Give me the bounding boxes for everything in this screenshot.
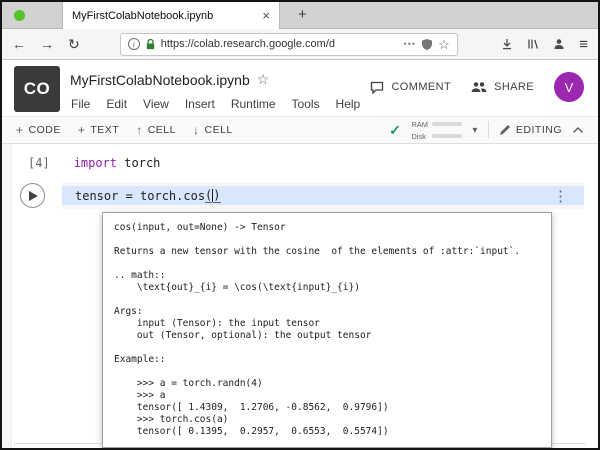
menu-edit[interactable]: Edit [98, 95, 135, 113]
header-actions: COMMENT SHARE V [370, 72, 584, 102]
ram-usage-bar [432, 122, 463, 126]
cell1-code-rest: torch [117, 156, 161, 170]
notebook-title[interactable]: MyFirstColabNotebook.ipynb [70, 72, 250, 88]
disk-row: Disk [411, 131, 463, 141]
cell-down-label: CELL [204, 124, 233, 136]
menu-tools[interactable]: Tools [284, 95, 328, 113]
comment-label: COMMENT [391, 81, 452, 93]
code-cell-2[interactable]: tensor = torch.cos() ⋮ [12, 182, 588, 209]
new-tab-button[interactable]: + [290, 6, 315, 23]
window-control-icon[interactable] [14, 9, 25, 21]
menu-file[interactable]: File [70, 95, 98, 113]
move-cell-up-button[interactable]: ↑ CELL [136, 124, 176, 136]
execution-count: [4] [28, 156, 50, 170]
comment-button[interactable]: COMMENT [370, 81, 451, 94]
shield-icon[interactable] [422, 38, 433, 50]
people-icon [471, 81, 487, 93]
docstring-tooltip: cos(input, out=None) -> Tensor Returns a… [102, 212, 552, 448]
pencil-icon [499, 124, 511, 136]
add-text-cell-button[interactable]: + TEXT [78, 124, 119, 136]
code-line[interactable]: tensor = torch.cos() [62, 186, 584, 205]
lock-icon[interactable] [146, 38, 155, 50]
run-cell-button[interactable] [20, 183, 45, 208]
notebook-content: [4] import torch tensor = torch.cos() ⋮ … [2, 144, 598, 448]
cell1-code[interactable]: import torch [74, 156, 161, 170]
resource-monitor[interactable]: RAM Disk [411, 119, 463, 141]
paren-close: ) [213, 188, 221, 203]
close-tab-icon[interactable]: × [262, 9, 270, 22]
arrow-up-icon: ↑ [136, 123, 143, 137]
title-row: MyFirstColabNotebook.ipynb ☆ [70, 66, 368, 93]
move-cell-down-button[interactable]: ↓ CELL [193, 124, 233, 136]
connected-check-icon: ✓ [389, 122, 402, 138]
disk-usage-bar [432, 134, 463, 138]
tab-title: MyFirstColabNotebook.ipynb [72, 9, 214, 22]
colab-header: CO MyFirstColabNotebook.ipynb ☆ File Edi… [2, 60, 598, 116]
editing-mode-button[interactable]: EDITING [499, 124, 562, 136]
url-text[interactable]: https://colab.research.google.com/d [161, 38, 398, 50]
chevron-down-icon[interactable]: ▾ [472, 125, 478, 136]
library-icon[interactable] [527, 38, 539, 50]
star-notebook-icon[interactable]: ☆ [257, 71, 270, 88]
forward-icon[interactable]: → [40, 37, 54, 51]
browser-tab[interactable]: MyFirstColabNotebook.ipynb × [62, 2, 280, 29]
editing-label: EDITING [515, 124, 562, 136]
menu-runtime[interactable]: Runtime [223, 95, 284, 113]
bookmark-star-icon[interactable]: ☆ [438, 38, 450, 51]
toolbar-right: ✓ RAM Disk ▾ EDITING [389, 120, 584, 141]
plus-icon: + [77, 123, 86, 137]
browser-tab-bar: MyFirstColabNotebook.ipynb × + [2, 2, 598, 29]
address-bar[interactable]: i https://colab.research.google.com/d ••… [119, 32, 458, 56]
account-icon[interactable] [553, 38, 565, 50]
menu-insert[interactable]: Insert [177, 95, 223, 113]
arrow-down-icon: ↓ [192, 123, 200, 137]
plus-icon: + [16, 123, 24, 137]
chevron-up-icon[interactable] [572, 126, 584, 134]
code-editor[interactable]: tensor = torch.cos() [62, 182, 584, 209]
code-button-label: CODE [28, 124, 61, 136]
share-button[interactable]: SHARE [471, 81, 534, 93]
nav-right-icons: ≡ [501, 37, 588, 52]
play-icon [29, 190, 38, 201]
avatar[interactable]: V [554, 72, 584, 102]
share-label: SHARE [494, 81, 534, 93]
reload-icon[interactable]: ↻ [68, 37, 80, 51]
browser-nav-bar: ← → ↻ i https://colab.research.google.co… [2, 29, 598, 60]
download-icon[interactable] [501, 38, 513, 50]
cell2-code: tensor = torch.cos [75, 188, 206, 203]
title-and-menu: MyFirstColabNotebook.ipynb ☆ File Edit V… [70, 66, 368, 116]
toolbar-divider [487, 121, 489, 139]
hamburger-menu-icon[interactable]: ≡ [579, 37, 588, 52]
menu-view[interactable]: View [135, 95, 177, 113]
notebook-toolbar: + CODE + TEXT ↑ CELL ↓ CELL ✓ RAM Disk ▾… [2, 116, 598, 144]
back-icon[interactable]: ← [12, 37, 26, 51]
cell-up-label: CELL [147, 124, 176, 136]
ram-label: RAM [411, 119, 429, 129]
cell-options-kebab-icon[interactable]: ⋮ [553, 187, 568, 205]
ram-row: RAM [411, 119, 463, 129]
left-gutter [2, 144, 12, 448]
browser-window: MyFirstColabNotebook.ipynb × + ← → ↻ i h… [0, 0, 600, 450]
code-cell-1[interactable]: [4] import torch [28, 156, 160, 170]
disk-label: Disk [411, 131, 426, 141]
paren-open: ( [205, 188, 213, 203]
menu-bar: File Edit View Insert Runtime Tools Help [70, 93, 368, 115]
comment-icon [370, 81, 384, 94]
colab-logo[interactable]: CO [14, 66, 60, 112]
keyword-import: import [73, 156, 118, 170]
text-button-label: TEXT [90, 124, 120, 136]
site-info-icon[interactable]: i [127, 38, 140, 50]
page-actions-icon[interactable]: ••• [404, 39, 416, 49]
add-code-cell-button[interactable]: + CODE [16, 124, 61, 136]
menu-help[interactable]: Help [328, 95, 369, 113]
